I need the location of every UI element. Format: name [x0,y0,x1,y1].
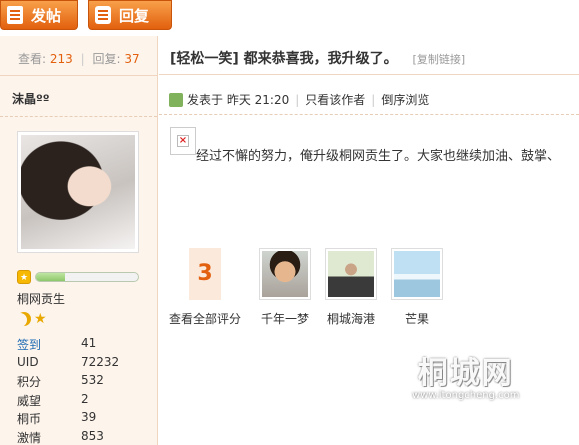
author-info-row: 积分 532 [17,373,152,392]
avatar[interactable] [17,131,139,253]
rater-avatar[interactable] [325,248,378,300]
author-info-key: 积分 [17,375,42,389]
medals: ★ [17,312,47,326]
author-info: 签到 41 UID 72232 积分 532 威望 2 桐币 39 激情 853 [17,336,152,445]
ratings: 3 查看全部评分 千年一梦 桐城海港 芒果 [169,248,457,327]
level-indicator: ★ [17,270,139,284]
post-body: 经过不懈的努力，俺升级桐网贡生了。大家也继续加油、鼓掌、 [196,149,561,164]
reverse-order-link[interactable]: 倒序浏览 [381,91,429,108]
rater-name[interactable]: 桐城海港 [327,310,375,327]
author-info-value: 41 [81,336,97,350]
meta-separator: | [295,92,300,107]
post-title: [轻松一笑] 都来恭喜我，我升级了。 [170,51,398,67]
author-info-value: 853 [81,428,104,443]
site-watermark: 桐城网 www.itongcheng.com [412,348,520,401]
user-status-icon [169,92,183,107]
author-info-row: 激情 853 [17,429,152,445]
meta-divider [159,114,579,115]
sidebar-divider [0,116,157,117]
author-info-key: 桐币 [17,412,42,426]
author-rank: 桐网贡生 [17,292,66,306]
post-title-row: [轻松一笑] 都来恭喜我，我升级了。 [复制链接] [170,48,579,68]
rater[interactable]: 千年一梦 [259,248,312,327]
rater-avatar[interactable] [259,248,312,300]
post-meta: 发表于 昨天 21:20 | 只看该作者 | 倒序浏览 [169,91,429,108]
author-info-row: UID 72232 [17,355,152,374]
author-info-row: 桐币 39 [17,410,152,429]
watermark-logo: 桐城网 [417,356,514,391]
author-info-value: 2 [81,391,89,406]
author-info-key[interactable]: 签到 [17,336,81,355]
author-info-key: 威望 [17,393,42,408]
only-author-link[interactable]: 只看该作者 [305,91,365,108]
author-info-row: 签到 41 [17,336,152,355]
posted-at: 发表于 昨天 21:20 [187,93,290,107]
reply-icon [95,6,111,24]
level-star-icon: ★ [17,270,31,284]
stats-separator: | [80,52,85,66]
reply-button[interactable]: 回复 [88,0,172,30]
reply-button-label: 回复 [119,6,150,25]
avatar-photo [21,135,135,249]
copy-link[interactable]: [复制链接] [413,53,466,66]
rating-score: 3 [189,248,221,300]
thread-stats: 查看: 213 | 回复: 37 [0,36,157,76]
broken-image-icon: × [177,135,189,147]
document-icon [7,6,23,24]
author-info-value: 39 [81,410,97,424]
watermark-url: www.itongcheng.com [412,390,520,401]
broken-image: × [170,127,196,155]
author-info-key: UID [17,354,39,369]
author-info-row: 威望 2 [17,392,152,411]
replies-label: 回复: [92,52,121,66]
post-button-label: 发帖 [31,6,62,25]
author-info-value: 532 [81,373,104,387]
action-bar: 发帖 回复 [0,0,579,36]
title-divider [159,74,579,75]
view-all-ratings-link[interactable]: 查看全部评分 [169,310,241,327]
rater[interactable]: 桐城海港 [325,248,378,327]
author-info-value: 72232 [81,354,120,369]
star-icon: ★ [34,311,47,327]
level-progress-fill [36,273,65,281]
author-name[interactable]: 沫晶ºº [12,90,50,107]
meta-separator: | [371,92,376,107]
rater-name[interactable]: 芒果 [405,310,429,327]
post-button[interactable]: 发帖 [0,0,78,30]
views-count: 213 [49,52,73,66]
rating-summary[interactable]: 3 查看全部评分 [169,248,241,327]
views-label: 查看: [18,52,47,66]
replies-count: 37 [124,52,140,66]
rater[interactable]: 芒果 [391,248,444,327]
moon-icon [17,312,31,326]
author-sidebar: 查看: 213 | 回复: 37 沫晶ºº ★ 桐网贡生 ★ 签到 41 UID 72… [0,36,158,445]
rater-name[interactable]: 千年一梦 [261,310,309,327]
rater-avatar[interactable] [391,248,444,300]
author-info-key: 激情 [17,430,42,445]
level-progress-bar [35,272,139,282]
